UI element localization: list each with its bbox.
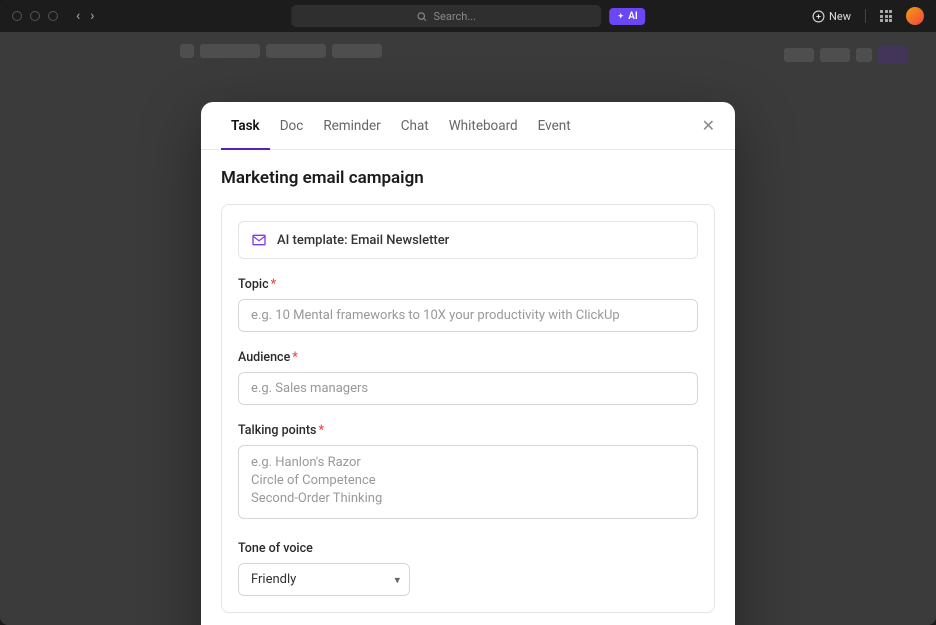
tab-event[interactable]: Event (528, 102, 581, 149)
create-modal: Task Doc Reminder Chat Whiteboard Event … (201, 102, 735, 625)
maximize-window-icon[interactable] (48, 11, 58, 21)
field-audience: Audience * (238, 350, 698, 405)
required-indicator: * (318, 423, 324, 438)
tab-reminder[interactable]: Reminder (313, 102, 390, 149)
divider (865, 9, 866, 23)
modal-tabs: Task Doc Reminder Chat Whiteboard Event … (201, 102, 735, 150)
search-icon (416, 11, 427, 22)
ai-button[interactable]: AI (609, 8, 645, 25)
tab-task[interactable]: Task (221, 102, 270, 149)
search-placeholder: Search... (433, 10, 476, 23)
field-topic: Topic * (238, 277, 698, 332)
audience-input[interactable] (238, 372, 698, 405)
window-controls (12, 11, 58, 21)
close-icon[interactable]: ✕ (702, 116, 715, 135)
minimize-window-icon[interactable] (30, 11, 40, 21)
apps-grid-icon[interactable] (880, 10, 892, 22)
titlebar: ‹ › Search... AI New (0, 0, 936, 32)
search-input[interactable]: Search... (291, 5, 601, 27)
topic-input[interactable] (238, 299, 698, 332)
required-indicator: * (292, 350, 298, 365)
tab-chat[interactable]: Chat (391, 102, 439, 149)
avatar[interactable] (906, 7, 924, 25)
tab-doc[interactable]: Doc (270, 102, 314, 149)
sparkle-icon (616, 12, 625, 21)
field-talking-points: Talking points * (238, 423, 698, 523)
close-window-icon[interactable] (12, 11, 22, 21)
plus-circle-icon (812, 10, 825, 23)
topic-label: Topic (238, 277, 269, 292)
required-indicator: * (271, 277, 277, 292)
app-body: Task Doc Reminder Chat Whiteboard Event … (0, 32, 936, 625)
envelope-icon (251, 232, 267, 248)
modal-title: Marketing email campaign (221, 168, 715, 188)
form-card: AI template: Email Newsletter Topic * (221, 204, 715, 613)
audience-label: Audience (238, 350, 290, 365)
tone-label: Tone of voice (238, 541, 313, 556)
ai-template-label: AI template: Email Newsletter (277, 233, 449, 248)
new-label: New (829, 10, 851, 23)
ai-label: AI (628, 11, 638, 22)
nav-arrows: ‹ › (76, 8, 94, 24)
talking-points-input[interactable] (238, 445, 698, 519)
modal-overlay: Task Doc Reminder Chat Whiteboard Event … (0, 32, 936, 625)
tone-select[interactable]: Friendly (238, 563, 410, 596)
nav-forward-icon[interactable]: › (90, 8, 94, 24)
ai-template-row[interactable]: AI template: Email Newsletter (238, 221, 698, 259)
talking-points-label: Talking points (238, 423, 316, 438)
new-button[interactable]: New (812, 10, 851, 23)
field-tone: Tone of voice Friendly ▾ (238, 541, 698, 596)
nav-back-icon[interactable]: ‹ (76, 8, 80, 24)
tab-whiteboard[interactable]: Whiteboard (439, 102, 528, 149)
